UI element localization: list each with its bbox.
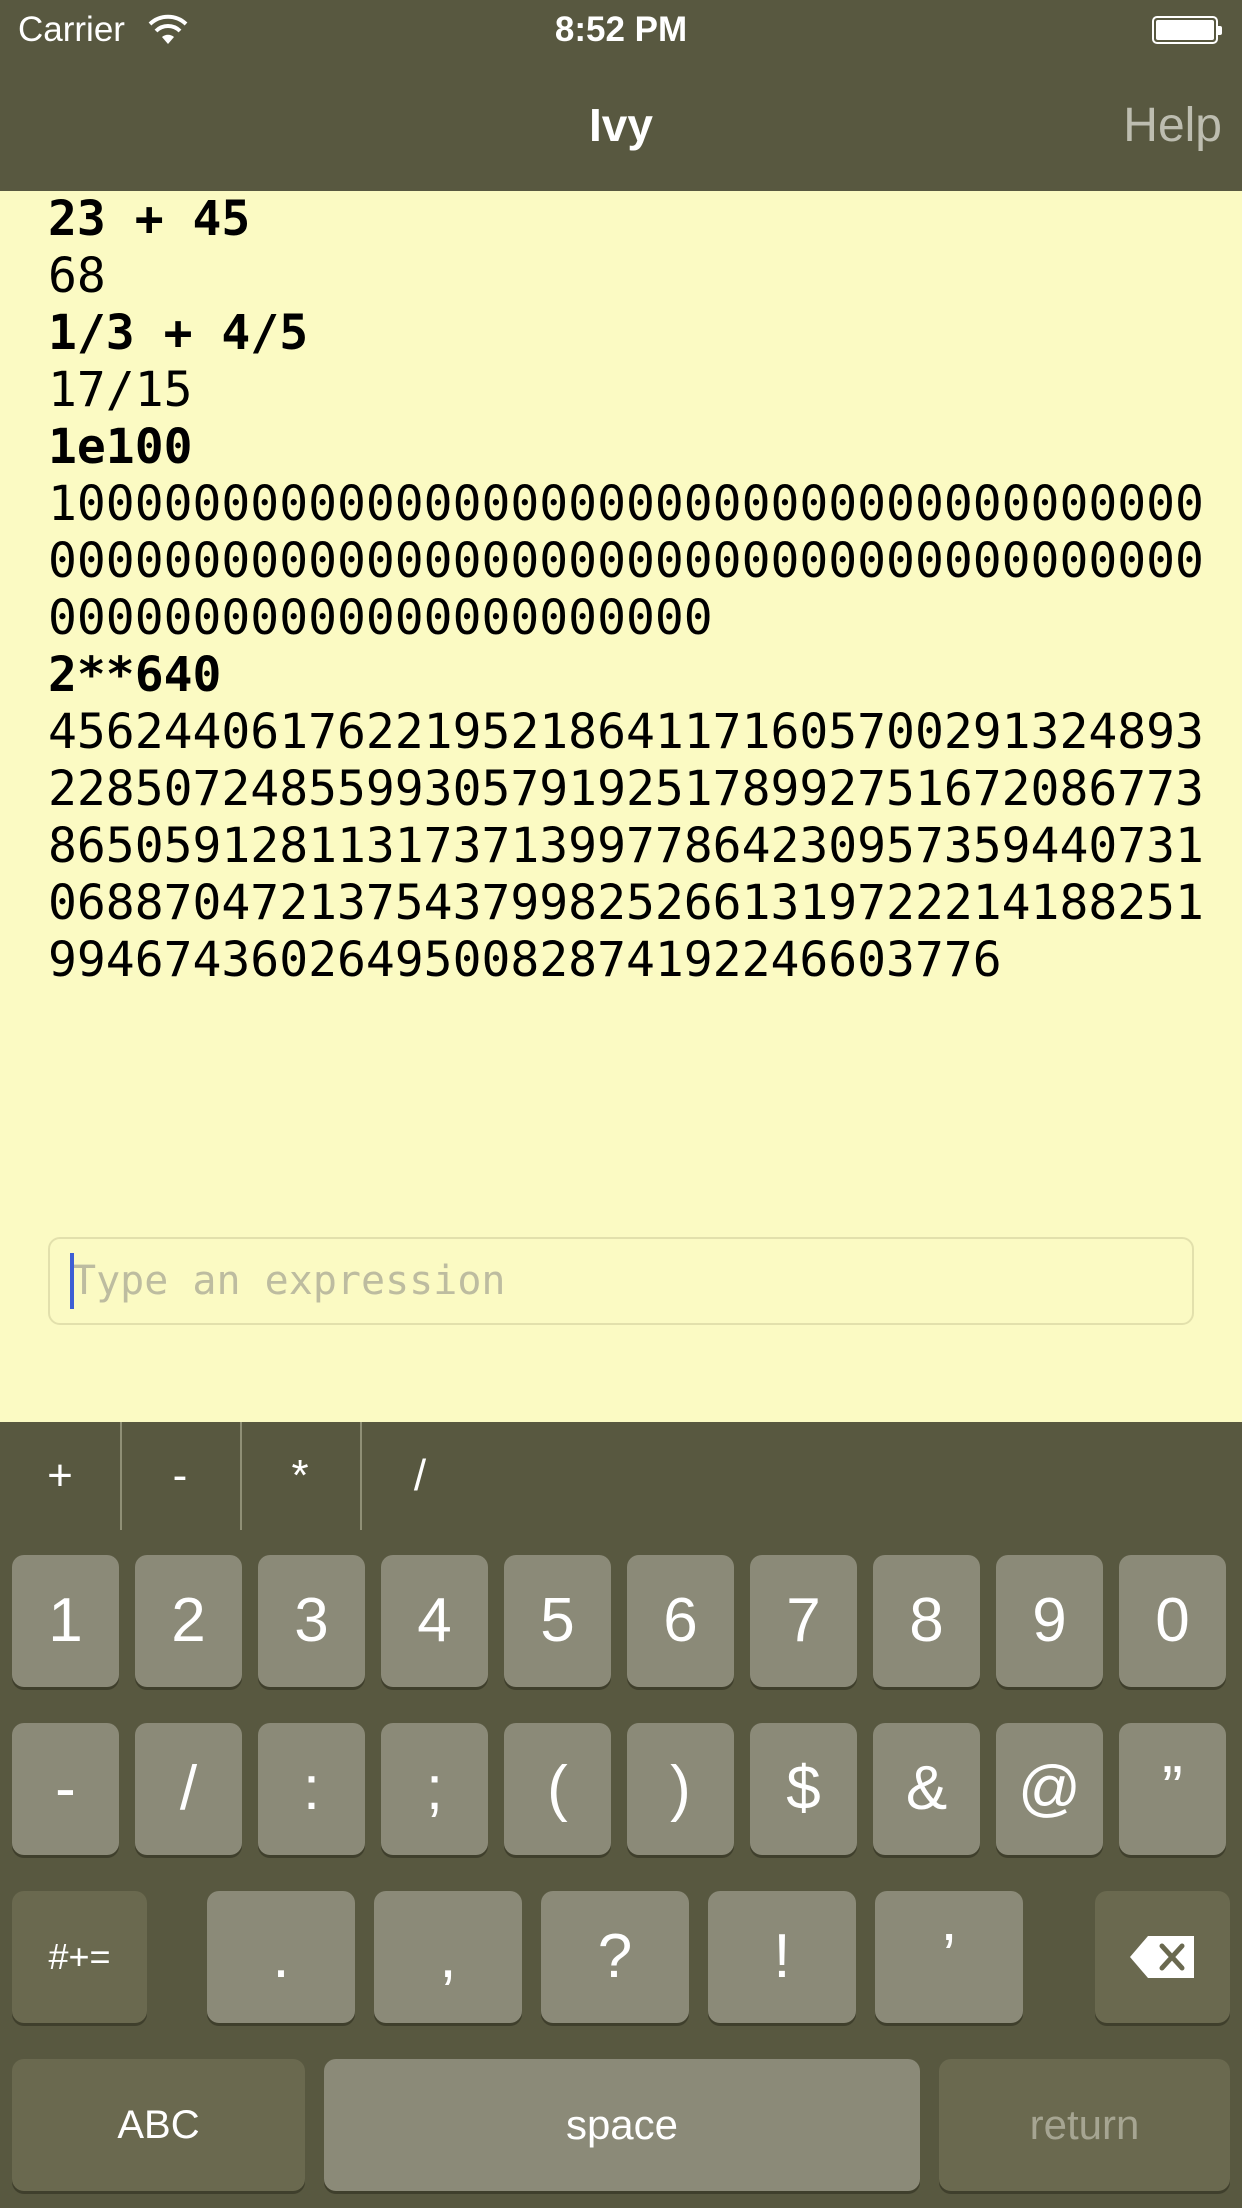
key-period[interactable]: . xyxy=(207,1891,355,2023)
key-exclamation[interactable]: ! xyxy=(708,1891,856,2023)
output-line: 1000000000000000000000000000000000000000 xyxy=(48,476,1204,532)
key-slash[interactable]: / xyxy=(135,1723,242,1855)
key-nine[interactable]: 9 xyxy=(996,1555,1103,1687)
key-one[interactable]: 1 xyxy=(12,1555,119,1687)
keyboard: 1 2 3 4 5 6 7 8 9 0 - /:;() $ & @” #+=.,?!’ ABC space retu… xyxy=(0,1530,1242,2208)
key-at[interactable]: @ xyxy=(996,1723,1103,1855)
key-ampersand[interactable]: & xyxy=(873,1723,980,1855)
help-button[interactable]: Help xyxy=(1123,98,1222,153)
text-caret xyxy=(70,1253,74,1309)
output-line: 1e100 xyxy=(48,419,193,475)
key-two[interactable]: 2 xyxy=(135,1555,242,1687)
key-hyphen[interactable]: - xyxy=(12,1723,119,1855)
key-comma[interactable]: , xyxy=(374,1891,522,2023)
output-line: 8650591281131737139977864230957359440731 xyxy=(48,818,1204,874)
key-six[interactable]: 6 xyxy=(627,1555,734,1687)
key-right-paren[interactable]: ) xyxy=(627,1723,734,1855)
key-five[interactable]: 5 xyxy=(504,1555,611,1687)
backspace-icon xyxy=(1129,1935,1194,1978)
key-four[interactable]: 4 xyxy=(381,1555,488,1687)
key-three[interactable]: 3 xyxy=(258,1555,365,1687)
key-left-paren[interactable]: ( xyxy=(504,1723,611,1855)
accessory-key-divide[interactable]: / xyxy=(360,1422,480,1530)
return-key[interactable]: return xyxy=(939,2059,1230,2191)
output-line: 994674360264950082874192246603776 xyxy=(48,932,1002,988)
output-log: 23 + 45 68 1/3 + 4/5 17/15 1e100 1000000… xyxy=(48,191,1228,989)
output-line: 2**640 xyxy=(48,647,222,703)
key-semicolon[interactable]: ; xyxy=(381,1723,488,1855)
status-time: 8:52 PM xyxy=(554,10,688,49)
status-bar: Carrier 8:52 PM xyxy=(0,0,1242,62)
backspace-key[interactable] xyxy=(1095,1891,1230,2023)
output-line: 23 + 45 xyxy=(48,191,251,247)
key-apostrophe[interactable]: ’ xyxy=(875,1891,1023,2023)
output-line: 4562440617622195218641171605700291324893 xyxy=(48,704,1204,760)
key-question[interactable]: ? xyxy=(541,1891,689,2023)
accessory-bar: + - * / xyxy=(0,1422,1242,1530)
key-dollar[interactable]: $ xyxy=(750,1723,857,1855)
battery-icon xyxy=(1152,16,1222,44)
accessory-key-multiply[interactable]: * xyxy=(240,1422,360,1530)
more-symbols-key[interactable]: #+= xyxy=(12,1891,147,2023)
key-eight[interactable]: 8 xyxy=(873,1555,980,1687)
output-line: 68 xyxy=(48,248,106,304)
output-line: 0688704721375437998252661319722214188251 xyxy=(48,875,1204,931)
output-line: 1/3 + 4/5 xyxy=(48,305,309,361)
key-quote[interactable]: ” xyxy=(1119,1723,1226,1855)
key-zero[interactable]: 0 xyxy=(1119,1555,1226,1687)
space-key[interactable]: space xyxy=(324,2059,920,2191)
page-title: Ivy xyxy=(589,99,653,151)
output-line: 17/15 xyxy=(48,362,193,418)
output-line: 2285072485599305791925178992751672086773 xyxy=(48,761,1204,817)
expression-input[interactable] xyxy=(48,1237,1194,1325)
key-colon[interactable]: : xyxy=(258,1723,365,1855)
output-line: 0000000000000000000000000000000000000000 xyxy=(48,533,1204,589)
abc-key[interactable]: ABC xyxy=(12,2059,305,2191)
accessory-key-plus[interactable]: + xyxy=(0,1422,120,1530)
accessory-key-minus[interactable]: - xyxy=(120,1422,240,1530)
output-line: 00000000000000000000000 xyxy=(48,590,713,646)
navigation-bar: Ivy Help xyxy=(0,62,1242,191)
key-seven[interactable]: 7 xyxy=(750,1555,857,1687)
